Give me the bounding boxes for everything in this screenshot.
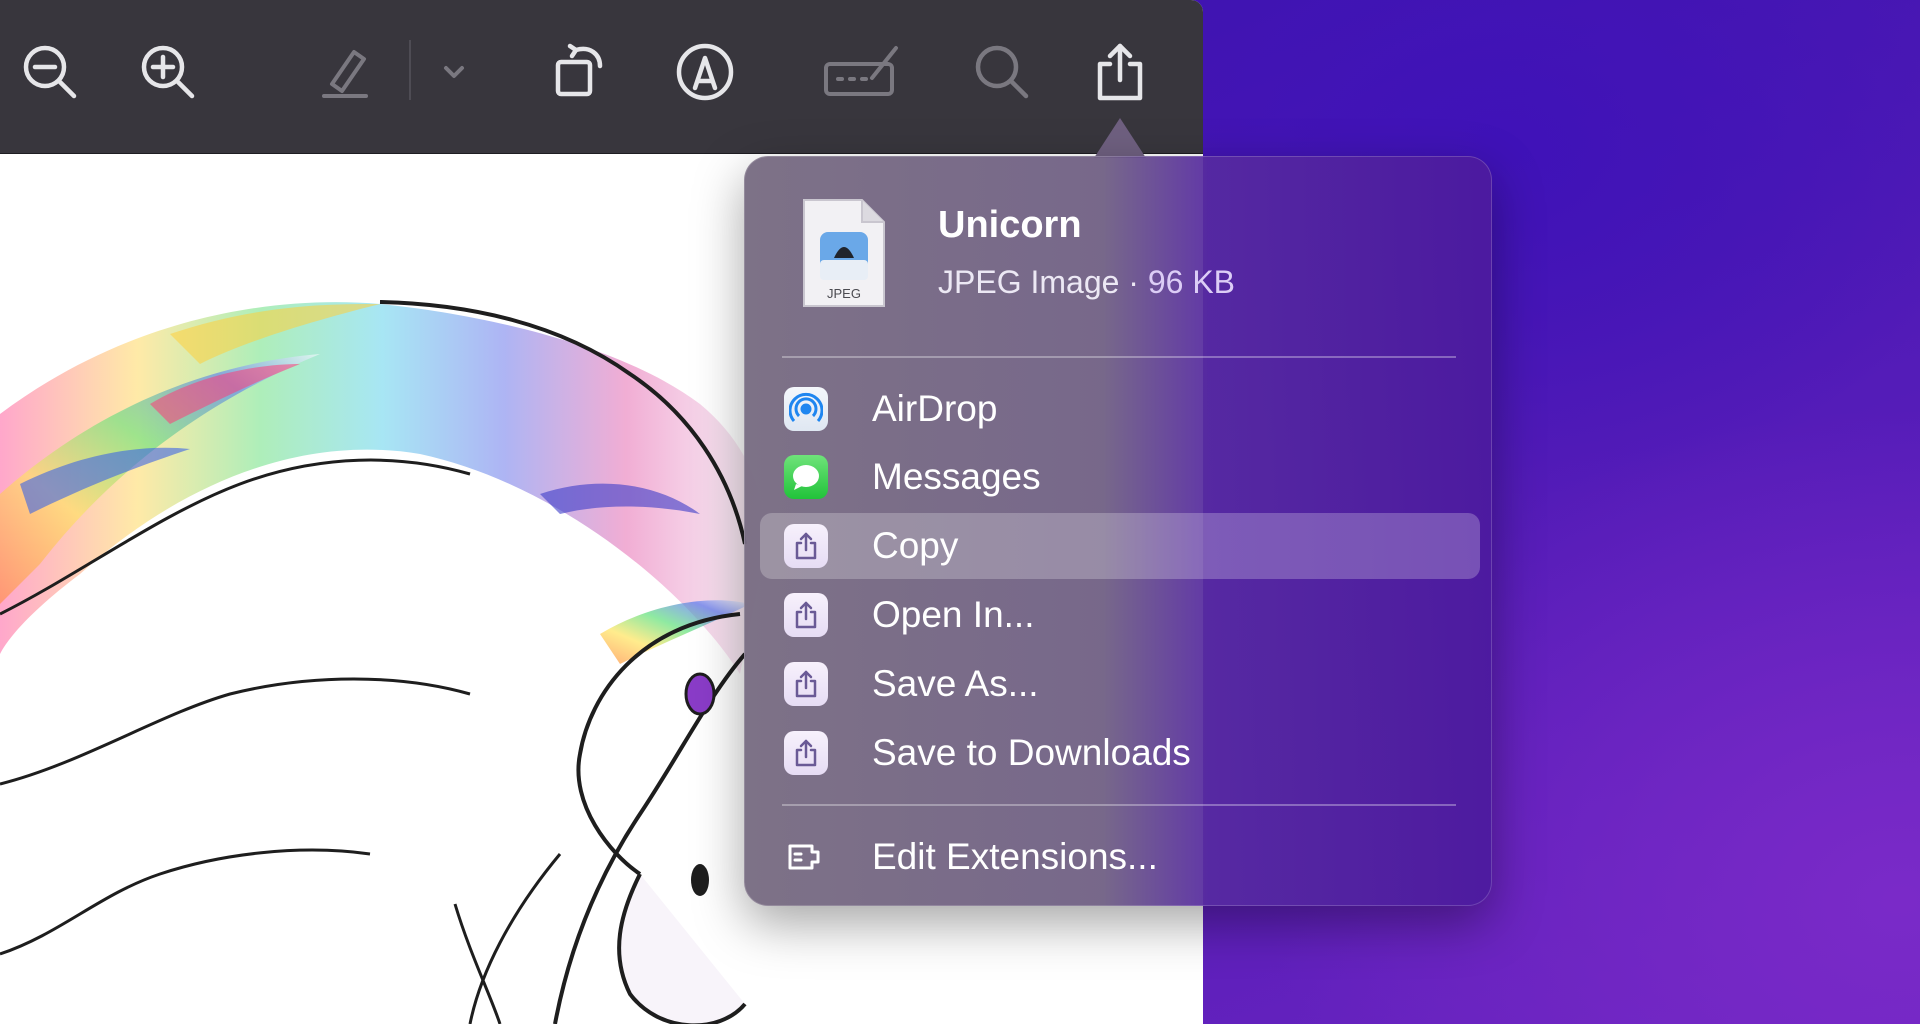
share-icon <box>784 524 828 568</box>
share-button[interactable] <box>1078 30 1162 114</box>
share-icon <box>784 731 828 775</box>
markup-pen-icon <box>676 43 734 101</box>
extensions-icon <box>784 835 828 879</box>
file-kind: JPEG Image <box>938 264 1120 300</box>
file-size: 96 KB <box>1147 264 1236 300</box>
share-icon <box>1097 43 1143 101</box>
menu-item-label: Copy <box>872 525 959 566</box>
rotate-icon <box>555 43 603 97</box>
messages-icon <box>784 455 828 499</box>
search-icon <box>975 45 1029 99</box>
menu-item-label: Save As... <box>872 663 1039 704</box>
menu-item-label: Save to Downloads <box>872 732 1191 773</box>
menu-item-edit-extensions[interactable]: Edit Extensions... <box>760 824 1480 890</box>
menu-item-copy[interactable]: Copy <box>760 513 1480 579</box>
zoom-out-button[interactable] <box>8 30 92 114</box>
airdrop-icon <box>784 387 828 431</box>
file-meta: JPEG Image · 96 KB <box>938 264 1235 301</box>
file-title: Unicorn <box>938 204 1082 246</box>
toolbar <box>0 0 1203 154</box>
form-filling-button[interactable] <box>812 30 912 114</box>
share-icon <box>784 662 828 706</box>
svg-text:JPEG: JPEG <box>827 286 861 301</box>
menu-item-messages[interactable]: Messages <box>760 444 1480 510</box>
menu-item-label: AirDrop <box>872 388 998 429</box>
menu-item-label: Open In... <box>872 594 1035 635</box>
meta-separator: · <box>1119 264 1148 300</box>
share-menu: JPEG Unicorn JPEG Image · 96 KB AirDrop … <box>744 156 1492 906</box>
menu-item-label: Messages <box>872 456 1041 497</box>
highlight-menu-button[interactable] <box>412 30 496 114</box>
menu-item-open-in[interactable]: Open In... <box>760 582 1480 648</box>
menu-item-label: Edit Extensions... <box>872 836 1158 877</box>
zoom-out-icon <box>23 45 77 99</box>
signature-icon <box>824 46 898 96</box>
zoom-in-button[interactable] <box>126 30 210 114</box>
toolbar-separator <box>409 40 411 100</box>
zoom-in-icon <box>141 45 195 99</box>
highlighter-icon <box>322 50 368 98</box>
rotate-button[interactable] <box>538 30 622 114</box>
menu-item-save-to-downloads[interactable]: Save to Downloads <box>760 720 1480 786</box>
share-icon <box>784 593 828 637</box>
menu-divider <box>782 356 1456 358</box>
highlight-button[interactable] <box>302 30 386 114</box>
menu-item-airdrop[interactable]: AirDrop <box>760 376 1480 442</box>
menu-item-save-as[interactable]: Save As... <box>760 651 1480 717</box>
markup-button[interactable] <box>663 30 747 114</box>
search-button[interactable] <box>960 30 1044 114</box>
jpeg-file-icon: JPEG <box>800 196 888 310</box>
popover-arrow <box>1094 118 1146 158</box>
menu-divider <box>782 804 1456 806</box>
chevron-down-icon <box>444 66 464 78</box>
